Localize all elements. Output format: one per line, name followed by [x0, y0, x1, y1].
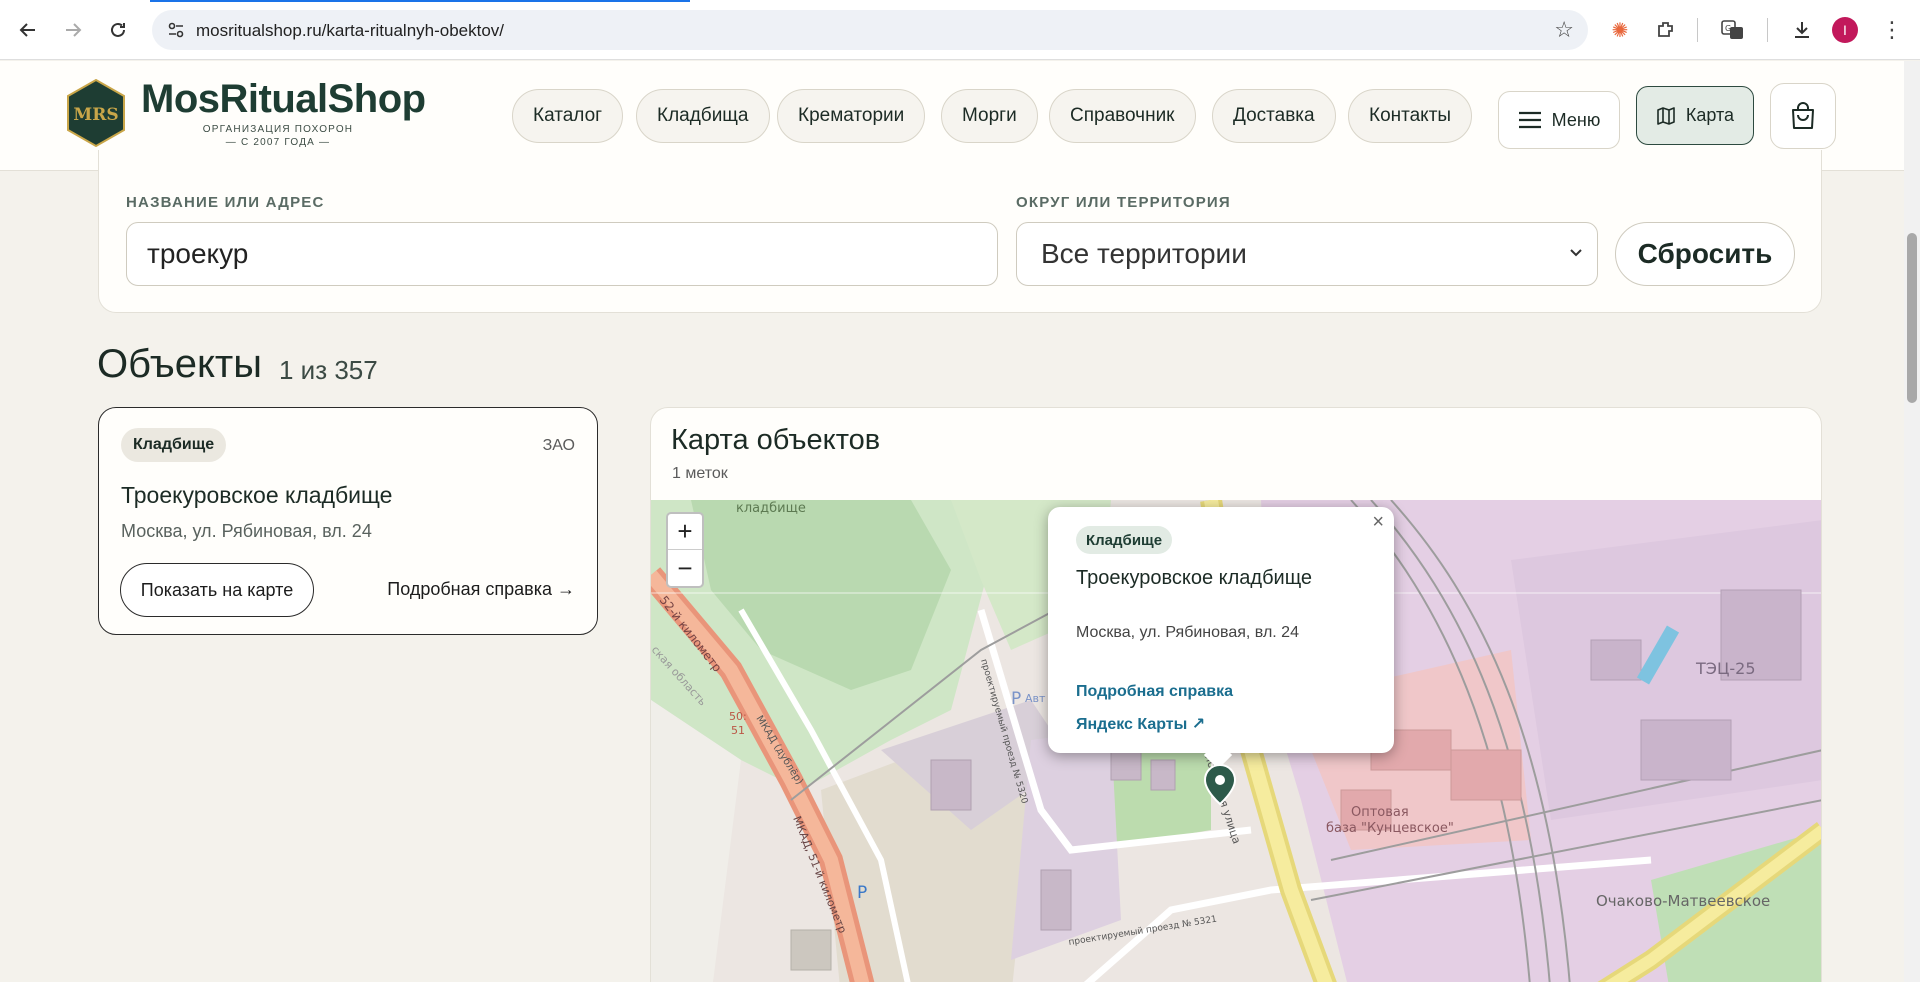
toolbar-separator	[1697, 18, 1698, 42]
site-settings-icon[interactable]	[166, 20, 186, 40]
district-select-value: Все территории	[1041, 238, 1247, 269]
objects-title: Объекты	[97, 342, 262, 386]
menu-button[interactable]: Меню	[1498, 91, 1620, 149]
scrollbar-thumb[interactable]	[1907, 233, 1917, 403]
tagline-line-2: — С 2007 ГОДА —	[225, 137, 331, 148]
details-link[interactable]: Подробная справка →	[387, 579, 575, 600]
name-filter-label: НАЗВАНИЕ ИЛИ АДРЕС	[126, 194, 325, 211]
label-km-2: 51	[731, 724, 745, 737]
district-select[interactable]: Все территории	[1016, 222, 1598, 286]
label-km-1: 50:	[729, 710, 747, 723]
map-label: Карта	[1685, 105, 1735, 125]
more-menu-icon[interactable]: ⋮	[1876, 14, 1908, 46]
chevron-down-icon	[1569, 245, 1583, 263]
logo-icon[interactable]: MRS	[66, 79, 126, 147]
nav-delivery[interactable]: Доставка	[1212, 89, 1336, 143]
label-base-2: база "Кунцевское"	[1326, 821, 1454, 836]
tagline-line-1: ОРГАНИЗАЦИЯ ПОХОРОН	[202, 124, 354, 135]
profile-avatar[interactable]: I	[1832, 17, 1858, 43]
reset-button[interactable]: Сбросить	[1615, 222, 1795, 286]
extension-icon[interactable]: ✺	[1604, 14, 1636, 46]
label-district: Очаково-Матвеевское	[1596, 892, 1770, 910]
map-icon	[1657, 106, 1675, 125]
label-base-1: Оптовая	[1351, 805, 1409, 820]
zoom-out-button[interactable]: −	[668, 550, 702, 586]
hamburger-icon	[1518, 111, 1541, 129]
nav-morgues[interactable]: Морги	[941, 89, 1038, 143]
filter-panel: НАЗВАНИЕ ИЛИ АДРЕС троекур ОКРУГ ИЛИ ТЕР…	[98, 150, 1822, 313]
nav-crematoria[interactable]: Крематории	[777, 89, 926, 143]
back-icon[interactable]	[10, 12, 46, 48]
nav-reference[interactable]: Справочник	[1049, 89, 1196, 143]
svg-text:G: G	[1725, 24, 1731, 33]
nav-catalog[interactable]: Каталог	[512, 89, 624, 143]
toolbar-separator	[1767, 18, 1768, 42]
map-marker-count: 1 меток	[672, 465, 728, 482]
close-icon[interactable]: ×	[1372, 511, 1384, 534]
popup-details-link[interactable]: Подробная справка	[1076, 683, 1233, 701]
parking-icon-2: P	[857, 883, 867, 903]
logo-letters: MRS	[73, 105, 118, 125]
popup-object-name: Троекуровское кладбище	[1076, 567, 1313, 589]
map-popup: × Кладбище Троекуровское кладбище Москва…	[1048, 507, 1394, 770]
zoom-in-button[interactable]: +	[668, 514, 702, 550]
category-badge: Кладбище	[121, 428, 227, 462]
extensions-puzzle-icon[interactable]	[1650, 14, 1682, 46]
object-address: Москва, ул. Рябиновая, вл. 24	[121, 521, 372, 541]
brand-name[interactable]: MosRitualShop	[141, 77, 426, 122]
show-on-map-button[interactable]: Показать на карте	[120, 563, 314, 617]
url-text[interactable]: mosritualshop.ru/karta-ritualnyh-obektov…	[196, 21, 504, 41]
label-cemetery: кладбище	[736, 501, 806, 516]
district-filter-label: ОКРУГ ИЛИ ТЕРРИТОРИЯ	[1016, 194, 1231, 211]
map-card: Карта объектов 1 меток кладбище 52-й кил…	[650, 407, 1822, 982]
browser-toolbar: mosritualshop.ru/karta-ritualnyh-obektov…	[0, 0, 1920, 60]
brand-tagline: ОРГАНИЗАЦИЯ ПОХОРОН — С 2007 ГОДА —	[183, 123, 373, 149]
label-avt: Авт	[1025, 692, 1046, 705]
reload-icon[interactable]	[100, 12, 136, 48]
menu-label: Меню	[1551, 109, 1601, 130]
download-icon[interactable]	[1786, 14, 1818, 46]
forward-icon[interactable]	[55, 12, 91, 48]
nav-contacts[interactable]: Контакты	[1348, 89, 1473, 143]
object-name[interactable]: Троекуровское кладбище	[121, 482, 392, 509]
map-pin-icon[interactable]	[1203, 764, 1237, 806]
address-bar[interactable]: mosritualshop.ru/karta-ritualnyh-obektov…	[152, 10, 1588, 50]
page-load-progress	[150, 0, 690, 2]
cart-button[interactable]	[1770, 83, 1836, 149]
popup-address: Москва, ул. Рябиновая, вл. 24	[1076, 624, 1299, 641]
translate-icon[interactable]: G	[1717, 14, 1749, 46]
map-title: Карта объектов	[671, 424, 881, 456]
result-card[interactable]: Кладбище ЗАО Троекуровское кладбище Моск…	[98, 407, 598, 635]
zoom-control: + −	[666, 512, 704, 588]
map-view[interactable]: кладбище 52-й километр ская область 50: …	[651, 500, 1821, 982]
popup-category-badge: Кладбище	[1076, 526, 1173, 554]
parking-icon-1: P	[1011, 689, 1021, 709]
district-label: ЗАО	[542, 437, 575, 454]
search-input[interactable]: троекур	[126, 222, 998, 286]
objects-count: 1 из 357	[279, 355, 378, 385]
popup-yandex-link[interactable]: Яндекс Карты ↗	[1076, 714, 1205, 734]
map-button[interactable]: Карта	[1636, 86, 1754, 145]
shopping-bag-icon	[1792, 102, 1814, 129]
label-tec: ТЭЦ-25	[1695, 659, 1756, 678]
nav-cemeteries[interactable]: Кладбища	[636, 89, 770, 143]
page-scrollbar[interactable]	[1904, 61, 1920, 982]
bookmark-star-icon[interactable]: ☆	[1554, 17, 1574, 43]
